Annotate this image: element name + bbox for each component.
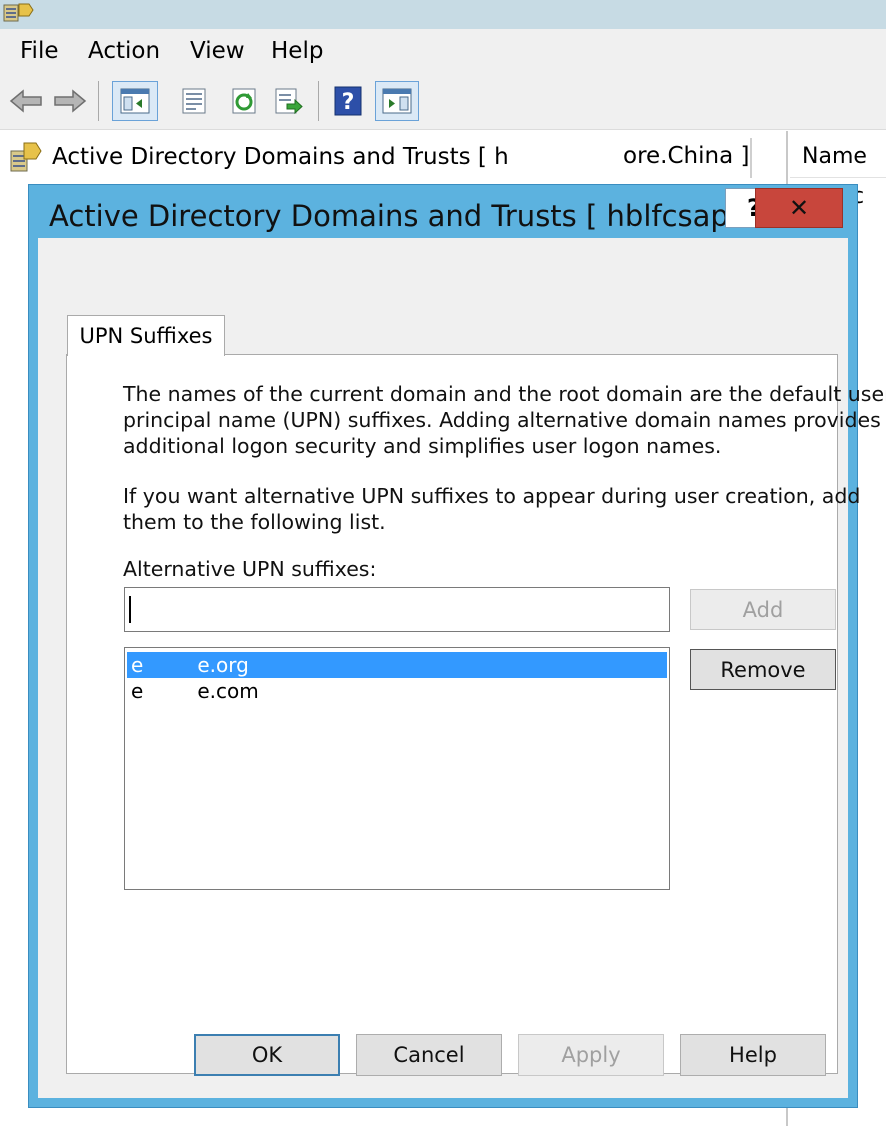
dialog-body: UPN Suffixes The names of the current do… [38, 238, 886, 1098]
properties-icon[interactable] [176, 81, 212, 121]
menu-bar: File Action View Help [0, 29, 886, 73]
dialog-close-button[interactable]: ✕ [755, 188, 843, 228]
upn-suffix-input[interactable] [124, 587, 670, 632]
list-item-prefix: e [131, 679, 144, 703]
back-arrow-icon[interactable] [8, 81, 44, 121]
export-list-icon[interactable] [270, 81, 306, 121]
show-hide-tree-icon[interactable] [112, 81, 158, 121]
instruction-line-2: them to the following list. [123, 510, 386, 534]
toolbar-separator [318, 81, 319, 121]
menu-view[interactable]: View [190, 37, 245, 65]
upn-suffixes-dialog: Active Directory Domains and Trusts [ hb… [28, 184, 886, 1108]
description-line-3: additional logon security and simplifies… [123, 434, 722, 458]
apply-button[interactable]: Apply [518, 1034, 664, 1076]
domains-trusts-icon [10, 142, 42, 172]
ok-button[interactable]: OK [194, 1034, 340, 1076]
alternative-upn-label: Alternative UPN suffixes: [123, 557, 377, 581]
list-item-suffix: e.org [197, 653, 249, 677]
description-line-2: principal name (UPN) suffixes. Adding al… [123, 408, 881, 432]
tab-panel: The names of the current domain and the … [66, 354, 886, 1074]
instruction-line-1: If you want alternative UPN suffixes to … [123, 484, 861, 508]
dialog-title: Active Directory Domains and Trusts [ hb… [49, 199, 757, 233]
text-caret [129, 596, 131, 623]
forward-arrow-icon[interactable] [52, 81, 88, 121]
cancel-button[interactable]: Cancel [356, 1034, 502, 1076]
remove-button[interactable]: Remove [690, 649, 836, 690]
main-title-bar [0, 0, 886, 29]
column-header-name[interactable]: Name [790, 138, 886, 178]
menu-file[interactable]: File [20, 37, 59, 65]
toolbar-separator [98, 81, 99, 121]
close-icon: ✕ [788, 194, 810, 222]
list-item-selected[interactable]: e e.org [127, 652, 667, 678]
refresh-icon[interactable] [226, 81, 262, 121]
list-item-suffix: e.com [197, 679, 259, 703]
list-item-prefix: e [131, 653, 144, 677]
svg-text:?: ? [342, 90, 355, 115]
add-button[interactable]: Add [690, 589, 836, 630]
tree-root-node[interactable]: Active Directory Domains and Trusts [ h [10, 140, 509, 174]
tab-upn-suffixes[interactable]: UPN Suffixes [67, 315, 225, 356]
description-line-1: The names of the current domain and the … [123, 382, 886, 406]
tree-root-label: Active Directory Domains and Trusts [ h [52, 144, 509, 170]
upn-suffix-list[interactable]: e e.org e e.com [124, 647, 670, 890]
menu-help[interactable]: Help [271, 37, 323, 65]
help-icon[interactable]: ? [330, 81, 366, 121]
ad-domains-trusts-app-icon[interactable] [3, 2, 35, 24]
tree-pane-divider [750, 138, 752, 178]
tree-root-label-suffix: ore.China ] [623, 143, 750, 169]
menu-action[interactable]: Action [88, 37, 160, 65]
list-item[interactable]: e e.com [127, 678, 667, 704]
toolbar: ? [0, 73, 886, 130]
help-button[interactable]: Help [680, 1034, 826, 1076]
action-pane-icon[interactable] [375, 81, 419, 121]
